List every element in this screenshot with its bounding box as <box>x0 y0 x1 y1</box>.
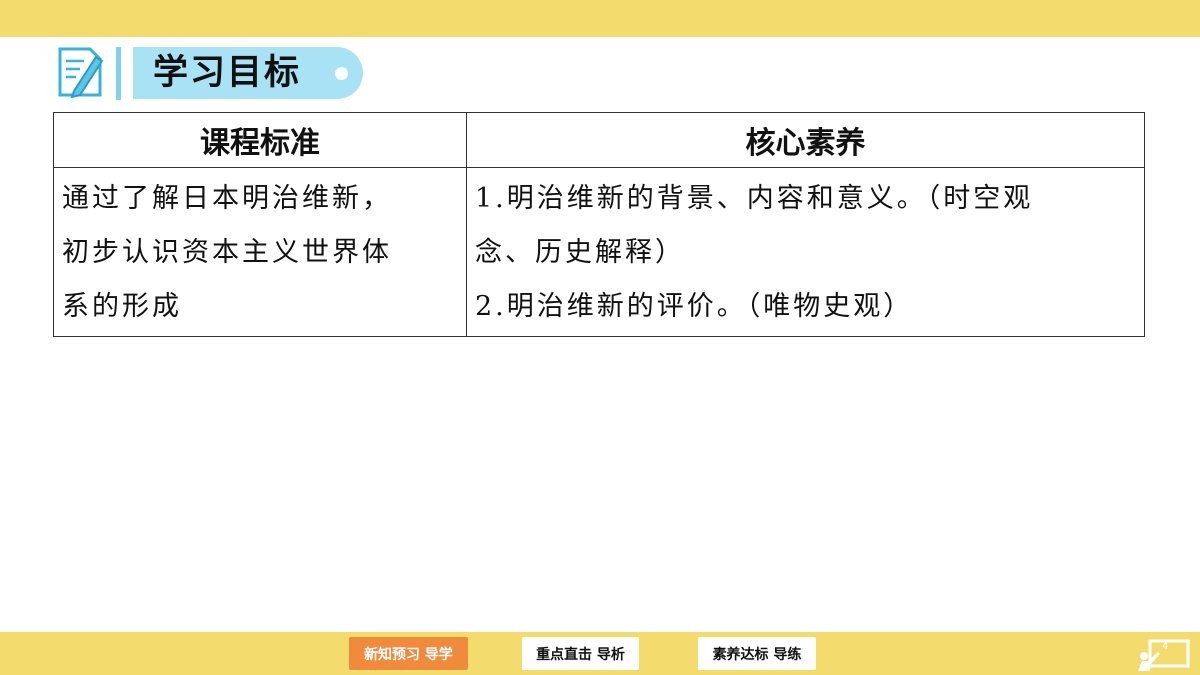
pencil-note-icon <box>58 47 104 99</box>
cell-line: 2.明治维新的评价。（唯物史观） <box>475 291 914 322</box>
table-header-row: 课程标准 核心素养 <box>53 112 1145 168</box>
goals-table: 课程标准 核心素养 通过了解日本明治维新， 初步认识资本主义世界体 系的形成 1… <box>53 112 1145 337</box>
cell-line: 念、历史解释） <box>475 237 685 268</box>
column-header: 核心素养 <box>466 112 1145 168</box>
page-number: 4 <box>1162 641 1169 652</box>
column-header: 课程标准 <box>53 112 467 168</box>
section-title-banner: 学习目标 <box>133 47 363 99</box>
cell-line: 1.明治维新的背景、内容和意义。（时空观 <box>475 183 1034 214</box>
section-title: 学习目标 <box>153 53 302 93</box>
curriculum-standard-cell: 通过了解日本明治维新， 初步认识资本主义世界体 系的形成 <box>53 167 467 337</box>
cell-line: 通过了解日本明治维新， <box>62 183 392 214</box>
title-divider <box>116 47 121 100</box>
nav-practice-button[interactable]: 素养达标 导练 <box>698 637 816 670</box>
nav-key-points-button[interactable]: 重点直击 导析 <box>522 637 639 670</box>
cell-line: 初步认识资本主义世界体 <box>62 237 392 268</box>
top-bar <box>0 0 1200 37</box>
nav-preview-button[interactable]: 新知预习 导学 <box>349 637 468 670</box>
table-row: 通过了解日本明治维新， 初步认识资本主义世界体 系的形成 1.明治维新的背景、内… <box>53 167 1145 337</box>
title-dot <box>335 67 348 80</box>
cell-line: 系的形成 <box>62 291 182 322</box>
core-literacy-cell: 1.明治维新的背景、内容和意义。（时空观 念、历史解释） 2.明治维新的评价。（… <box>466 167 1145 337</box>
